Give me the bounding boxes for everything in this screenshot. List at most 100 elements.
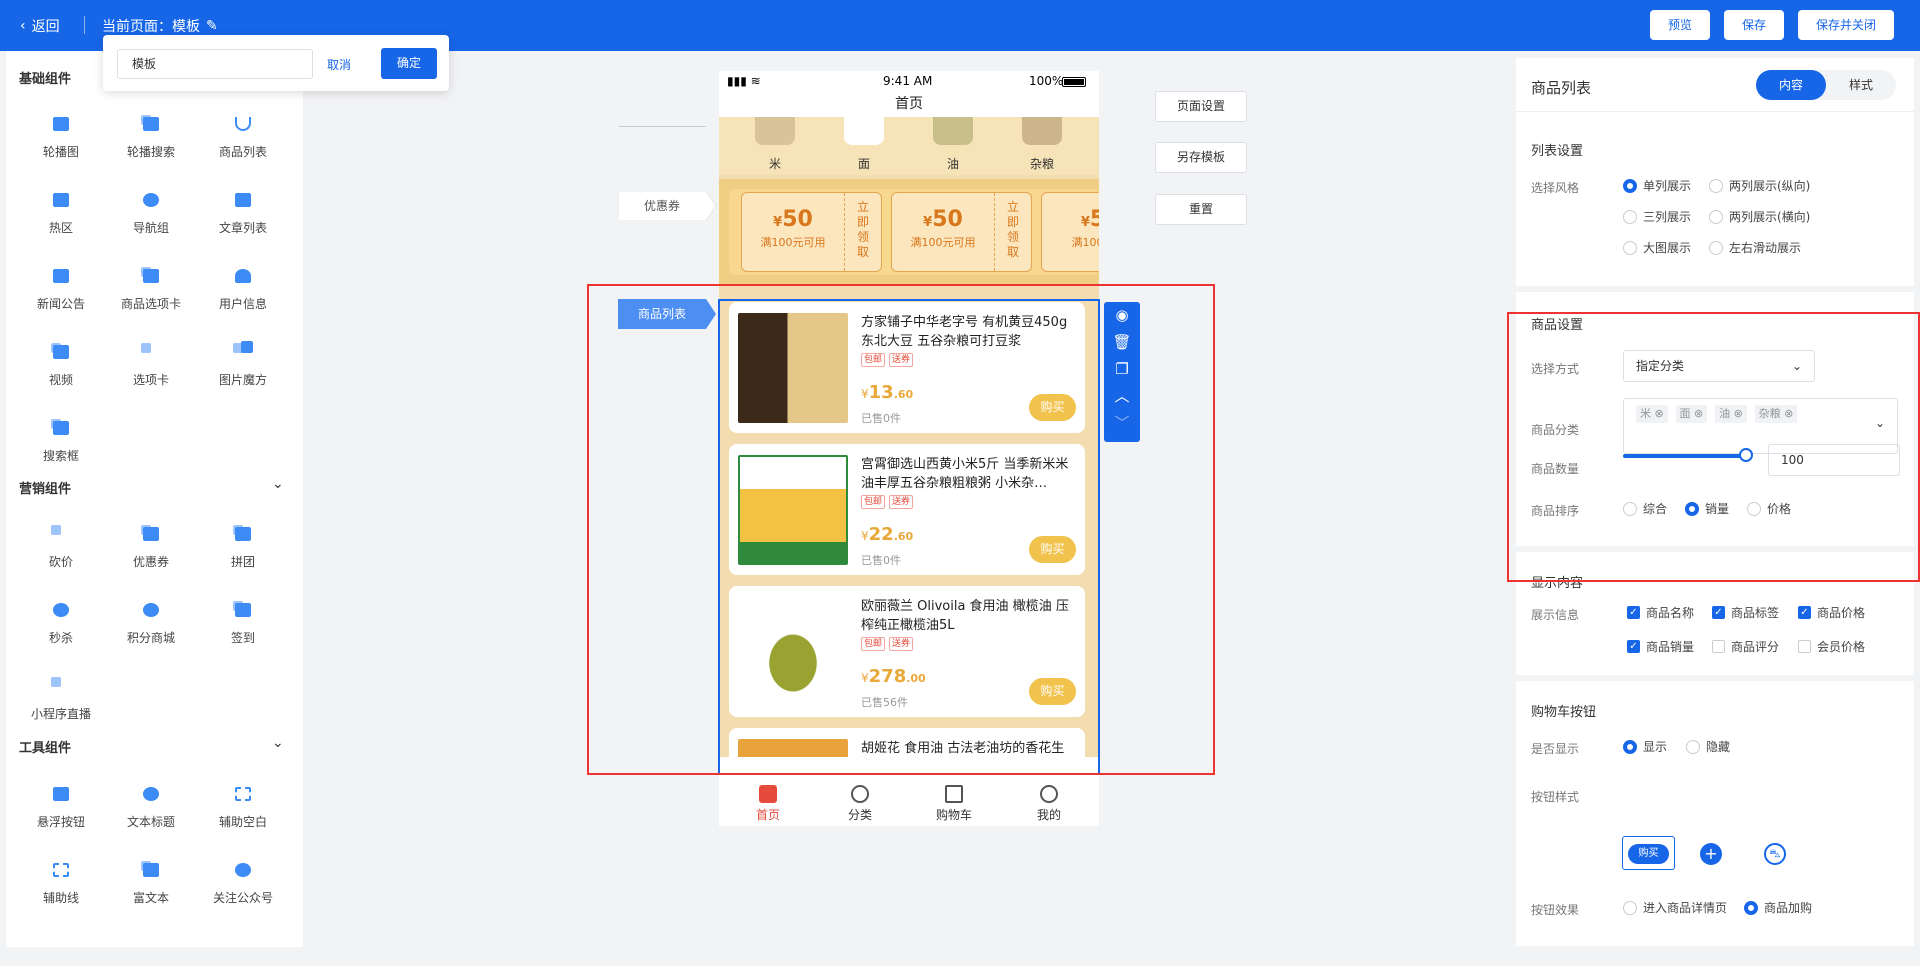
- radio-sort-sales[interactable]: 销量: [1685, 500, 1729, 517]
- chevron-down-icon[interactable]: ⌄: [272, 476, 284, 492]
- tab-content[interactable]: 内容: [1756, 70, 1826, 100]
- goods-item[interactable]: 胡姬花 食用油 古法老油坊的香花生油6.18L: [729, 728, 1085, 757]
- comp-video[interactable]: 视频: [16, 341, 106, 388]
- chevron-down-icon[interactable]: ⌄: [272, 735, 284, 751]
- radio-two-column-vertical[interactable]: 两列展示(纵向): [1709, 177, 1810, 194]
- save-button[interactable]: 保存: [1723, 10, 1784, 40]
- chevron-up-icon[interactable]: ︿: [1104, 383, 1140, 410]
- preview-button[interactable]: 预览: [1649, 10, 1710, 40]
- coupon-card[interactable]: ¥5满100元: [1041, 192, 1099, 272]
- trash-icon[interactable]: 🗑: [1104, 329, 1140, 356]
- category-item[interactable]: 油: [923, 117, 983, 172]
- comp-banner-search[interactable]: 轮播搜索: [106, 113, 196, 160]
- radio-effect-add[interactable]: 商品加购: [1744, 899, 1812, 916]
- comp-goods-tabs[interactable]: 商品选项卡: [106, 265, 196, 312]
- category-chip[interactable]: 油 ⊗: [1715, 405, 1747, 423]
- coupon-scroller[interactable]: ¥50满100元可用 立即领取 ¥50满100元可用 立即领取 ¥5满100元: [729, 189, 1099, 275]
- radio-slide[interactable]: 左右滑动展示: [1709, 239, 1801, 256]
- coupon-card[interactable]: ¥50 满100元可用 立即领取: [741, 192, 882, 272]
- category-chip[interactable]: 杂粮 ⊗: [1754, 405, 1798, 423]
- slider-handle[interactable]: [1739, 448, 1753, 462]
- category-chip[interactable]: 面 ⊗: [1675, 405, 1708, 423]
- coupon-claim[interactable]: 立即领取: [844, 193, 881, 271]
- tab-home[interactable]: 首页: [728, 785, 808, 823]
- comp-coupon[interactable]: 优惠券: [106, 523, 196, 570]
- check-goods-rating[interactable]: 商品评分: [1712, 638, 1779, 655]
- copy-icon[interactable]: ❐: [1104, 356, 1140, 383]
- page-settings-button[interactable]: 页面设置: [1155, 91, 1247, 122]
- check-goods-name[interactable]: ✓ 商品名称: [1627, 604, 1694, 621]
- radio-sort-price[interactable]: 价格: [1747, 500, 1791, 517]
- back-button[interactable]: ‹ 返回: [20, 16, 60, 36]
- reset-button[interactable]: 重置: [1155, 194, 1247, 225]
- comp-tabs[interactable]: 选项卡: [106, 341, 196, 388]
- comp-rich-text[interactable]: 富文本: [106, 859, 196, 906]
- tab-style[interactable]: 样式: [1826, 70, 1896, 100]
- buy-button[interactable]: 购买: [1029, 394, 1076, 421]
- check-goods-sales[interactable]: ✓ 商品销量: [1627, 638, 1694, 655]
- comp-group-buy[interactable]: 拼团: [198, 523, 288, 570]
- style-option-text[interactable]: 购买: [1622, 836, 1675, 870]
- template-name-input[interactable]: 模板: [117, 49, 313, 79]
- radio-effect-detail[interactable]: 进入商品详情页: [1623, 899, 1727, 916]
- comp-divider[interactable]: 辅助线: [16, 859, 106, 906]
- tab-cart[interactable]: 购物车: [914, 785, 994, 823]
- radio-single-column[interactable]: 单列展示: [1623, 177, 1691, 194]
- radio-big-image[interactable]: 大图展示: [1623, 239, 1691, 256]
- comp-article-list[interactable]: 文章列表: [198, 189, 288, 236]
- comp-hotzone[interactable]: 热区: [16, 189, 106, 236]
- coupon-card[interactable]: ¥50 满100元可用 立即领取: [891, 192, 1032, 272]
- check-goods-tag[interactable]: ✓ 商品标签: [1712, 604, 1779, 621]
- comp-text-title[interactable]: 文本标题: [106, 783, 196, 830]
- goods-item[interactable]: 方家铺子中华老字号 有机黄豆450g 东北大豆 五谷杂粮可打豆浆 包邮 送券 ¥1…: [729, 302, 1085, 433]
- chevron-down-icon[interactable]: ﹀: [1104, 410, 1140, 437]
- comp-banner[interactable]: 轮播图: [16, 113, 106, 160]
- save-template-button[interactable]: 另存模板: [1155, 142, 1247, 173]
- comp-blank[interactable]: 辅助空白: [198, 783, 288, 830]
- comp-goods-list[interactable]: 商品列表: [198, 113, 288, 160]
- list-settings-title: 列表设置: [1531, 144, 1584, 159]
- comp-bargain[interactable]: 砍价: [16, 523, 106, 570]
- comp-nav-group[interactable]: 导航组: [106, 189, 196, 236]
- method-select[interactable]: 指定分类 ⌄: [1623, 350, 1815, 382]
- check-member-price[interactable]: 会员价格: [1798, 638, 1865, 655]
- comp-news[interactable]: 新闻公告: [16, 265, 106, 312]
- comp-follow[interactable]: 关注公众号: [198, 859, 288, 906]
- comp-flash-sale[interactable]: 秒杀: [16, 599, 106, 646]
- buy-button[interactable]: 购买: [1029, 536, 1076, 563]
- edit-icon[interactable]: ✎: [206, 18, 218, 34]
- comp-points-mall[interactable]: 积分商城: [106, 599, 196, 646]
- plus-icon[interactable]: +: [1700, 843, 1722, 865]
- comp-live[interactable]: 小程序直播: [16, 675, 106, 722]
- cancel-button[interactable]: 取消: [327, 56, 351, 73]
- comp-user-info[interactable]: 用户信息: [198, 265, 288, 312]
- cart-icon[interactable]: ⛍: [1764, 843, 1786, 865]
- confirm-button[interactable]: 确定: [381, 48, 437, 79]
- buy-button[interactable]: 购买: [1029, 678, 1076, 705]
- radio-two-column-horizontal[interactable]: 两列展示(横向): [1709, 208, 1810, 225]
- radio-hide[interactable]: 隐藏: [1686, 738, 1730, 755]
- category-item[interactable]: 米: [745, 117, 805, 172]
- radio-three-column[interactable]: 三列展示: [1623, 208, 1691, 225]
- comp-image-cube[interactable]: 图片魔方: [198, 341, 288, 388]
- radio-sort-comprehensive[interactable]: 综合: [1623, 500, 1667, 517]
- goods-item[interactable]: 宫霄御选山西黄小米5斤 当季新米米油丰厚五谷杂粮粗粮粥 小米杂… 包邮 送券 ¥2…: [729, 444, 1085, 575]
- coupon-claim[interactable]: 立即领取: [994, 193, 1031, 271]
- count-slider[interactable]: [1623, 448, 1753, 462]
- canvas-tag-goods-list[interactable]: 商品列表: [618, 299, 706, 329]
- goods-item[interactable]: 欧丽薇兰 Olivoila 食用油 橄榄油 压榨纯正橄榄油5L 包邮 送券 ¥27…: [729, 586, 1085, 717]
- comp-checkin[interactable]: 签到: [198, 599, 288, 646]
- radio-show[interactable]: 显示: [1623, 738, 1667, 755]
- tab-category[interactable]: 分类: [820, 785, 900, 823]
- check-goods-price[interactable]: ✓ 商品价格: [1798, 604, 1865, 621]
- category-item[interactable]: 杂粮: [1012, 117, 1072, 172]
- comp-search-box[interactable]: 搜索框: [16, 417, 106, 464]
- save-close-button[interactable]: 保存并关闭: [1797, 10, 1894, 40]
- category-item[interactable]: 面: [834, 117, 894, 172]
- comp-float-button[interactable]: 悬浮按钮: [16, 783, 106, 830]
- canvas-tag-coupon[interactable]: 优惠券: [618, 191, 706, 221]
- tab-mine[interactable]: 我的: [1009, 785, 1089, 823]
- count-input[interactable]: 100: [1768, 444, 1900, 476]
- eye-icon[interactable]: ◉: [1104, 302, 1140, 329]
- category-chip[interactable]: 米 ⊗: [1636, 405, 1668, 423]
